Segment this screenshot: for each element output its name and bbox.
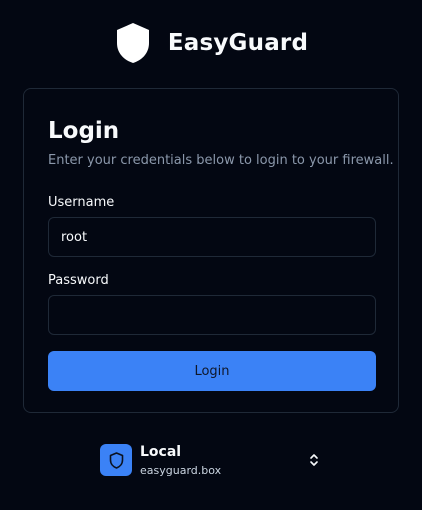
profile-name: Local bbox=[140, 444, 182, 460]
username-input[interactable] bbox=[48, 217, 376, 257]
shield-icon bbox=[116, 23, 149, 63]
shield-icon bbox=[109, 451, 123, 469]
login-description: Enter your credentials below to login to… bbox=[48, 153, 394, 168]
username-label: Username bbox=[48, 195, 115, 210]
password-input[interactable] bbox=[48, 295, 376, 335]
login-page: EasyGuard Login Enter your credentials b… bbox=[0, 0, 422, 510]
profile-switcher[interactable]: Local easyguard.box bbox=[98, 440, 324, 480]
profile-host: easyguard.box bbox=[140, 464, 222, 477]
brand-header: EasyGuard bbox=[0, 22, 422, 64]
login-card: Login Enter your credentials below to lo… bbox=[23, 88, 399, 413]
login-title: Login bbox=[48, 118, 120, 144]
password-label: Password bbox=[48, 273, 109, 288]
login-button[interactable]: Login bbox=[48, 351, 376, 391]
chevrons-up-down-icon[interactable] bbox=[308, 452, 320, 468]
brand-name: EasyGuard bbox=[167, 30, 309, 56]
profile-icon-badge bbox=[100, 444, 132, 476]
